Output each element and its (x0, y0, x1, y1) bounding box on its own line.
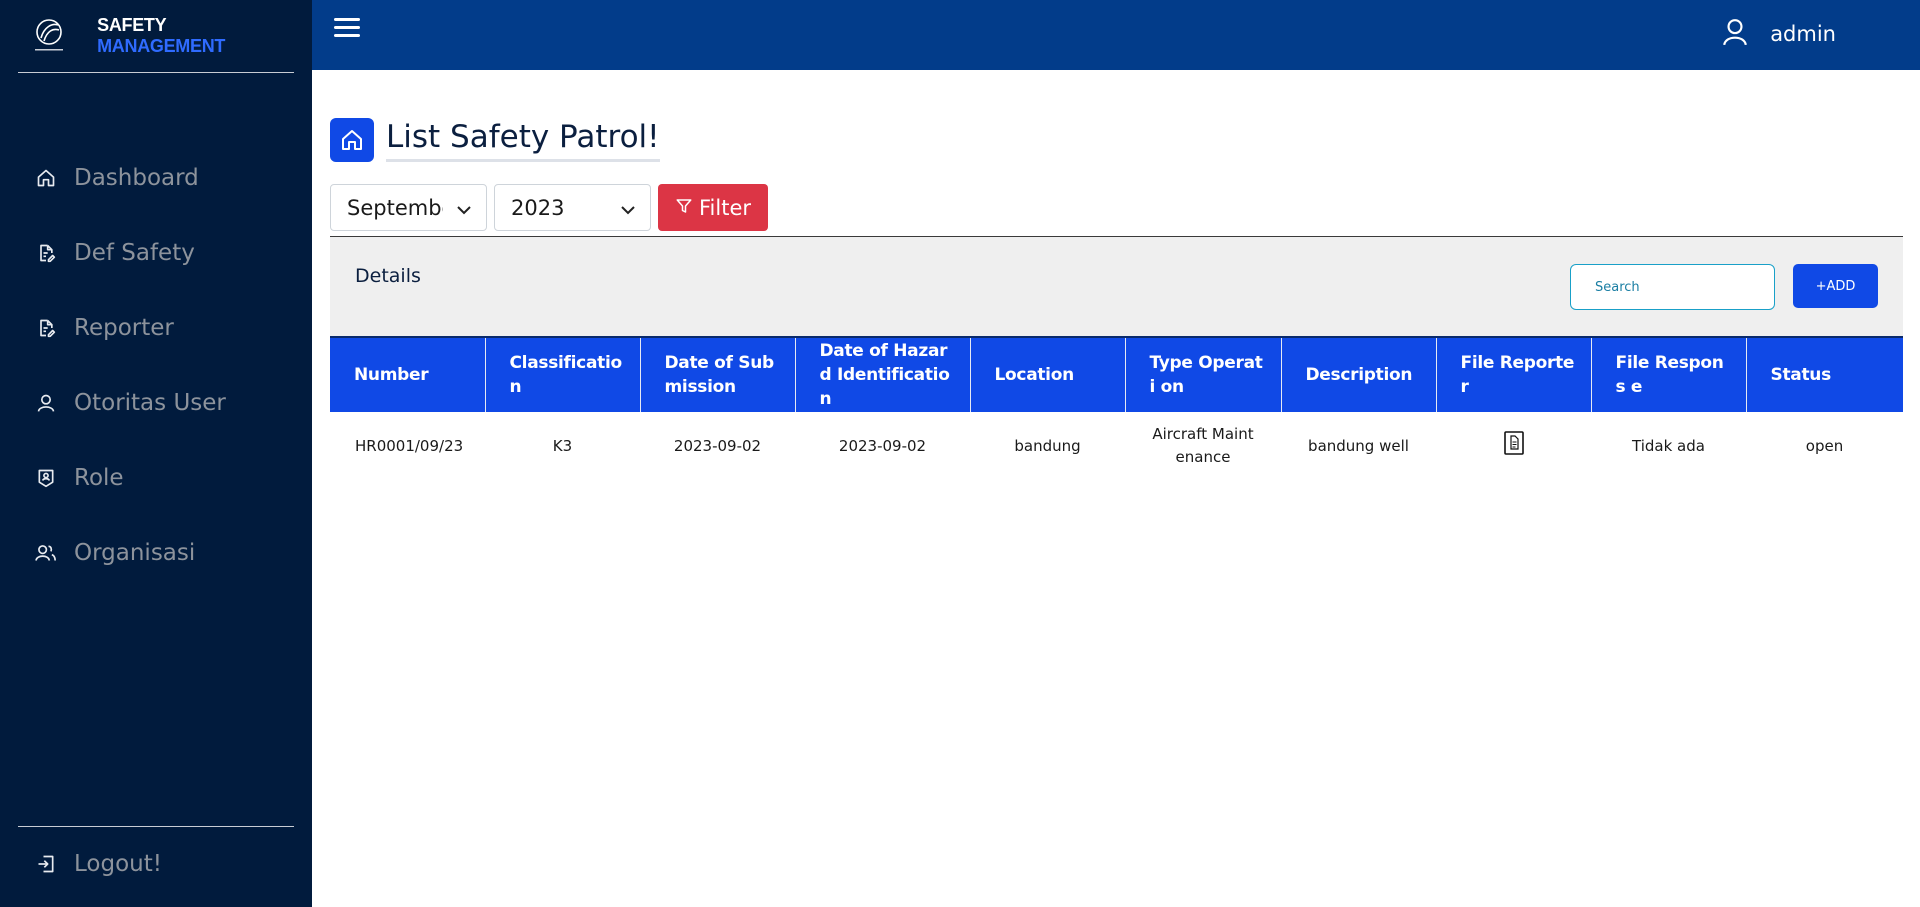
column-header-file-response[interactable]: File Respons e (1591, 337, 1747, 412)
cell-date-hazard: 2023-09-02 (838, 436, 927, 455)
table-row: HR0001/09/23 K3 2023-09-02 2023-09-02 ba… (330, 412, 1903, 480)
user-icon (1722, 18, 1748, 50)
column-header-file-reporter[interactable]: File Reporter (1436, 337, 1592, 412)
month-select[interactable]: September (330, 184, 487, 231)
cell-classification: K3 (552, 436, 573, 455)
cell-type-operation: Aircraft Maint enance (1152, 425, 1254, 466)
card-header: Details +ADD (330, 236, 1903, 336)
chevron-down-icon (456, 196, 472, 220)
file-icon[interactable] (1503, 430, 1524, 455)
sidebar-item-otoritas-user[interactable]: Otoritas User (0, 365, 312, 440)
sidebar-nav: Dashboard Def Safety Reporter Otoritas U… (0, 140, 312, 590)
sidebar-item-role[interactable]: Role (0, 440, 312, 515)
column-header-location[interactable]: Location (970, 337, 1126, 412)
column-header-date-hazard[interactable]: Date of Hazard Identification (795, 337, 971, 412)
cell-location: bandung (1014, 436, 1081, 455)
sidebar-item-label: Dashboard (74, 164, 199, 191)
sidebar: SAFETY MANAGEMENT Dashboard Def Safety R… (0, 0, 312, 907)
year-select-value: 2023 (511, 195, 565, 220)
user-menu[interactable]: admin (1722, 18, 1836, 50)
chevron-down-icon (620, 196, 636, 220)
details-card: Details +ADD Number Classificatio n Date… (330, 236, 1903, 480)
cell-file-response: Tidak ada (1632, 436, 1705, 455)
sidebar-item-label: Def Safety (74, 239, 195, 266)
home-icon (330, 118, 374, 162)
sidebar-item-organisasi[interactable]: Organisasi (0, 515, 312, 590)
filter-button[interactable]: Filter (658, 184, 768, 231)
cell-number: HR0001/09/23 (355, 436, 464, 455)
username: admin (1770, 22, 1836, 46)
safety-patrol-table: Number Classificatio n Date of Sub missi… (330, 336, 1903, 480)
column-header-description[interactable]: Description (1281, 337, 1437, 412)
sidebar-item-def-safety[interactable]: Def Safety (0, 215, 312, 290)
cell-description: bandung well (1308, 436, 1409, 455)
badge-icon (34, 466, 58, 490)
menu-toggle-icon[interactable] (334, 18, 364, 44)
brand-logo-icon (30, 15, 67, 57)
cell-status: open (1805, 436, 1844, 455)
sidebar-item-label: Organisasi (74, 539, 196, 566)
cell-file-reporter (1436, 412, 1591, 480)
filter-bar: September 2023 Filter (330, 184, 768, 231)
home-icon (34, 166, 58, 190)
users-icon (34, 541, 58, 565)
search-input[interactable] (1570, 264, 1775, 310)
sidebar-item-label: Role (74, 464, 124, 491)
sidebar-item-label: Reporter (74, 314, 174, 341)
card-title: Details (355, 265, 421, 287)
column-header-date-submission[interactable]: Date of Sub mission (640, 337, 796, 412)
year-select[interactable]: 2023 (494, 184, 651, 231)
page-title: List Safety Patrol! (386, 119, 660, 162)
month-select-value: September (347, 195, 443, 220)
sidebar-item-label: Otoritas User (74, 389, 226, 416)
brand-name: SAFETY MANAGEMENT (97, 15, 294, 57)
table-header-row: Number Classificatio n Date of Sub missi… (330, 337, 1903, 412)
brand: SAFETY MANAGEMENT (18, 0, 294, 73)
cell-date-submission: 2023-09-02 (673, 436, 762, 455)
document-edit-icon (34, 241, 58, 265)
column-header-number[interactable]: Number (330, 337, 486, 412)
sidebar-item-reporter[interactable]: Reporter (0, 290, 312, 365)
column-header-status[interactable]: Status (1746, 337, 1903, 412)
document-edit-icon (34, 316, 58, 340)
column-header-type-operation[interactable]: Type Operati on (1125, 337, 1282, 412)
user-icon (34, 391, 58, 415)
filter-button-label: Filter (698, 195, 751, 220)
brand-word-1: SAFETY (97, 15, 166, 35)
logout-divider (18, 826, 294, 827)
topbar: admin (312, 0, 1920, 70)
column-header-classification[interactable]: Classificatio n (485, 337, 641, 412)
logout-label: Logout! (74, 851, 162, 877)
logout-button[interactable]: Logout! (0, 846, 162, 882)
sidebar-item-dashboard[interactable]: Dashboard (0, 140, 312, 215)
page-header: List Safety Patrol! (330, 118, 660, 162)
brand-word-2: MANAGEMENT (97, 36, 226, 56)
funnel-icon (675, 196, 693, 220)
add-button[interactable]: +ADD (1793, 264, 1878, 308)
logout-icon (34, 852, 58, 876)
